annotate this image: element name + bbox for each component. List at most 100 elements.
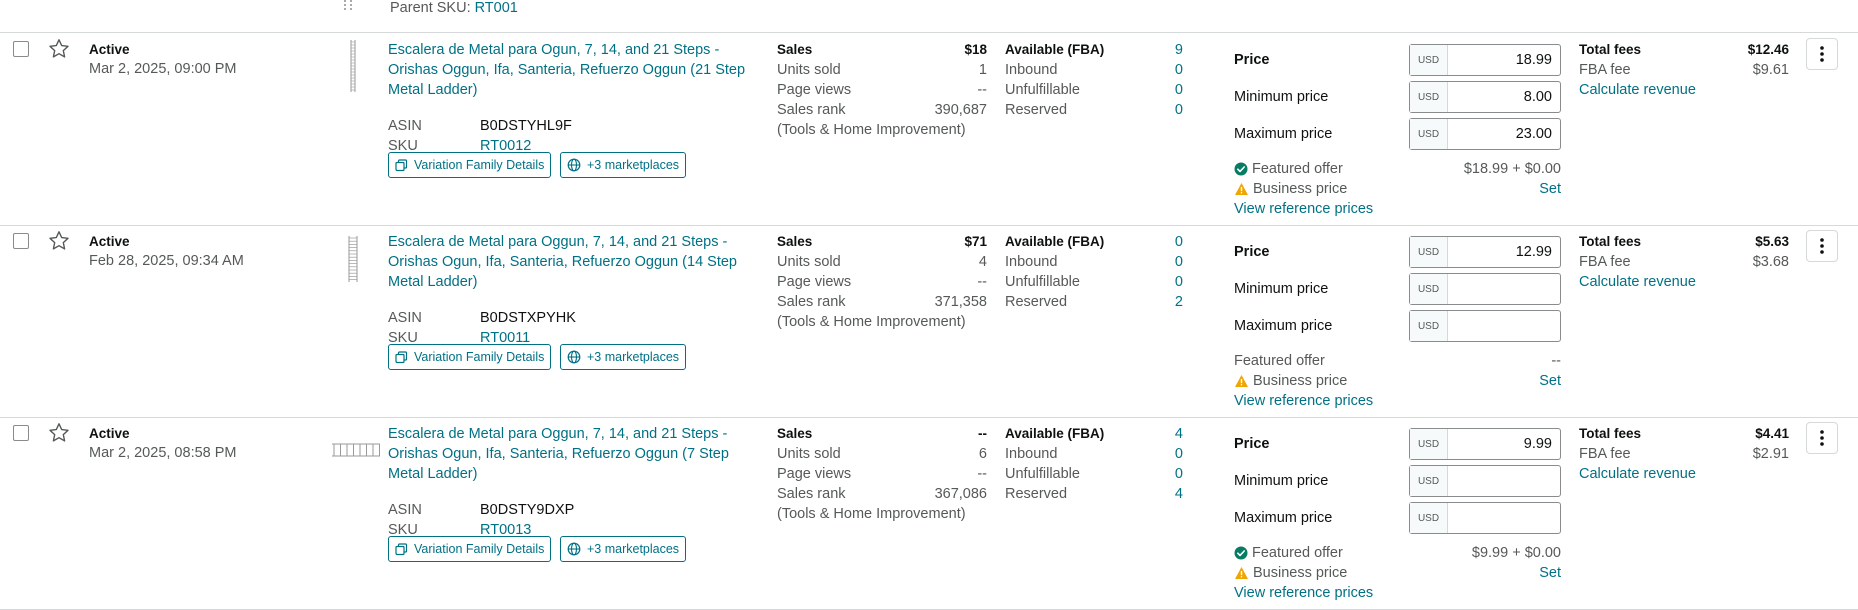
globe-icon <box>567 158 581 172</box>
star-outline-icon[interactable] <box>47 37 71 61</box>
product-title-link[interactable]: Escalera de Metal para Oggun, 7, 14, and… <box>388 424 748 484</box>
sales-stats: Sales $71 Units sold 4 Page views -- Sales … <box>777 234 987 330</box>
view-reference-prices-link[interactable]: View reference prices <box>1234 585 1373 601</box>
price-label: Price <box>1234 52 1270 68</box>
reserved-link[interactable]: 0 <box>1175 102 1183 118</box>
row-checkbox[interactable] <box>13 425 29 441</box>
price-value[interactable]: 9.99 <box>1448 429 1560 459</box>
unfulfillable-link[interactable]: 0 <box>1175 82 1183 98</box>
min-price-row: Minimum price USD 8.00 <box>1234 81 1561 113</box>
min-price-input[interactable]: USD <box>1409 465 1561 497</box>
min-price-value[interactable] <box>1448 466 1560 496</box>
rank-line: Sales rank 367,086 <box>777 486 987 506</box>
calculate-revenue-link[interactable]: Calculate revenue <box>1579 466 1789 482</box>
row-checkbox[interactable] <box>13 41 29 57</box>
sales-line: Sales $71 <box>777 234 987 254</box>
unfulfillable-label: Unfulfillable <box>1005 466 1080 482</box>
available-link[interactable]: 9 <box>1175 42 1183 58</box>
more-actions-button[interactable] <box>1806 422 1838 454</box>
reserved-link[interactable]: 4 <box>1175 486 1183 502</box>
reserved-link[interactable]: 2 <box>1175 294 1183 310</box>
business-price-set-link[interactable]: Set <box>1539 181 1561 197</box>
more-actions-button[interactable] <box>1806 230 1838 262</box>
rank-value: 371,358 <box>934 294 987 310</box>
calculate-revenue-link[interactable]: Calculate revenue <box>1579 82 1789 98</box>
price-value[interactable]: 18.99 <box>1448 45 1560 75</box>
units-value: 6 <box>978 446 987 462</box>
fba-fee-line: FBA fee $2.91 <box>1579 446 1789 466</box>
business-price-line: Business price Set <box>1234 181 1561 201</box>
max-price-input[interactable]: USD <box>1409 310 1561 342</box>
listing-status: Active <box>89 426 130 441</box>
max-price-input[interactable]: USD 23.00 <box>1409 118 1561 150</box>
min-price-input[interactable]: USD <box>1409 273 1561 305</box>
star-outline-icon[interactable] <box>47 229 71 253</box>
max-price-value[interactable] <box>1448 311 1560 341</box>
inbound-link[interactable]: 0 <box>1175 62 1183 78</box>
featured-offer-value: $9.99 + $0.00 <box>1471 545 1561 561</box>
view-reference-prices-link[interactable]: View reference prices <box>1234 201 1373 217</box>
unfulfillable-link[interactable]: 0 <box>1175 274 1183 290</box>
star-outline-icon[interactable] <box>47 421 71 445</box>
rank-value: 390,687 <box>934 102 987 118</box>
rank-category: (Tools & Home Improvement) <box>777 122 966 138</box>
variation-family-button[interactable]: Variation Family Details <box>388 152 552 178</box>
price-input[interactable]: USD 18.99 <box>1409 44 1561 76</box>
row-checkbox[interactable] <box>13 233 29 249</box>
fba-fee-value: $9.61 <box>1752 62 1789 78</box>
max-price-value[interactable]: 23.00 <box>1448 119 1560 149</box>
min-price-row: Minimum price USD <box>1234 465 1561 497</box>
sales-line: Sales $18 <box>777 42 987 62</box>
calculate-revenue-link[interactable]: Calculate revenue <box>1579 274 1789 290</box>
reserved-line: Reserved 4 <box>1005 486 1185 506</box>
min-price-value[interactable]: 8.00 <box>1448 82 1560 112</box>
product-thumbnail[interactable] <box>320 40 380 92</box>
views-value: -- <box>977 274 987 290</box>
price-input[interactable]: USD 9.99 <box>1409 428 1561 460</box>
warning-triangle-icon <box>1235 567 1248 579</box>
max-price-input[interactable]: USD <box>1409 502 1561 534</box>
listing-date: Feb 28, 2025, 09:34 AM <box>89 253 244 269</box>
max-price-row: Maximum price USD <box>1234 310 1561 342</box>
view-reference-prices-link[interactable]: View reference prices <box>1234 393 1373 409</box>
marketplaces-label: +3 marketplaces <box>587 542 680 556</box>
more-actions-button[interactable] <box>1806 38 1838 70</box>
parent-sku-link[interactable]: RT001 <box>475 0 518 16</box>
check-circle-icon <box>1234 546 1248 560</box>
product-thumbnail[interactable] <box>320 232 380 284</box>
product-title-link[interactable]: Escalera de Metal para Ogun, 7, 14, and … <box>388 40 748 100</box>
max-price-label: Maximum price <box>1234 318 1333 334</box>
business-price-set-link[interactable]: Set <box>1539 565 1561 581</box>
price-row: Price USD 18.99 <box>1234 44 1561 76</box>
price-input[interactable]: USD 12.99 <box>1409 236 1561 268</box>
featured-offer-label: Featured offer <box>1252 161 1343 177</box>
max-price-row: Maximum price USD <box>1234 502 1561 534</box>
listing-date: Mar 2, 2025, 08:58 PM <box>89 445 237 461</box>
max-price-value[interactable] <box>1448 503 1560 533</box>
rank-label: Sales rank <box>777 486 846 502</box>
available-link[interactable]: 0 <box>1175 234 1183 250</box>
units-value: 4 <box>978 254 987 270</box>
listing-row: Active Mar 2, 2025, 09:00 PM Escalera de… <box>0 34 1858 226</box>
marketplaces-button[interactable]: +3 marketplaces <box>560 344 687 370</box>
variation-family-button[interactable]: Variation Family Details <box>388 344 552 370</box>
sales-stats: Sales -- Units sold 6 Page views -- Sales r… <box>777 426 987 522</box>
available-link[interactable]: 4 <box>1175 426 1183 442</box>
total-fees-line: Total fees $4.41 <box>1579 426 1789 446</box>
product-title-link[interactable]: Escalera de Metal para Oggun, 7, 14, and… <box>388 232 748 292</box>
marketplaces-button[interactable]: +3 marketplaces <box>560 152 687 178</box>
available-line: Available (FBA) 9 <box>1005 42 1185 62</box>
price-value[interactable]: 12.99 <box>1448 237 1560 267</box>
marketplaces-button[interactable]: +3 marketplaces <box>560 536 687 562</box>
unfulfillable-link[interactable]: 0 <box>1175 466 1183 482</box>
min-price-input[interactable]: USD 8.00 <box>1409 81 1561 113</box>
product-thumbnail[interactable] <box>320 424 380 476</box>
parent-row-partial: Parent SKU: RT001 <box>0 0 1858 33</box>
views-label: Page views <box>777 82 852 98</box>
fees-panel: Total fees $5.63 FBA fee $3.68 Calculate r… <box>1579 234 1789 290</box>
variation-family-button[interactable]: Variation Family Details <box>388 536 552 562</box>
min-price-value[interactable] <box>1448 274 1560 304</box>
inbound-link[interactable]: 0 <box>1175 254 1183 270</box>
business-price-set-link[interactable]: Set <box>1539 373 1561 389</box>
inbound-link[interactable]: 0 <box>1175 446 1183 462</box>
